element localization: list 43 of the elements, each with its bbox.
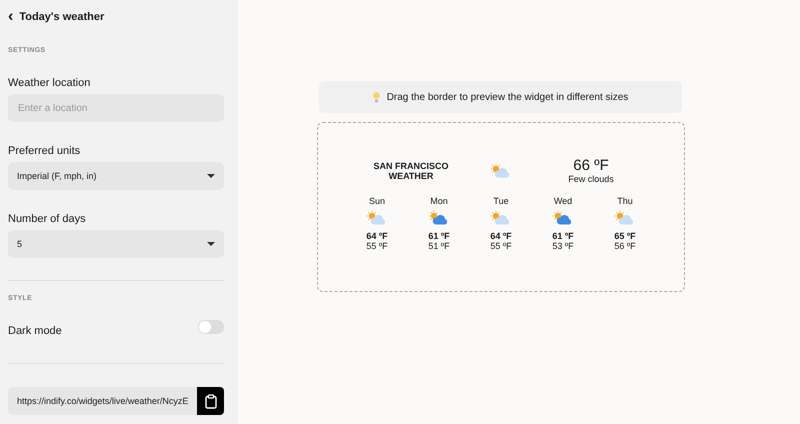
widget-subtitle: WEATHER: [388, 170, 434, 180]
high-temperature: 65 ºF: [614, 231, 636, 241]
day-name: Tue: [493, 196, 509, 206]
condition-text: Few clouds: [568, 174, 614, 184]
caret-icon: [207, 174, 215, 178]
low-temperature: 53 ºF: [552, 241, 574, 251]
city-name: SAN FRANCISCO: [373, 160, 448, 170]
caret-icon: [207, 242, 215, 246]
low-temperature: 56 ºF: [614, 241, 636, 251]
clipboard-icon: [204, 394, 216, 408]
low-temperature: 55 ºF: [490, 241, 512, 251]
day-name: Thu: [617, 196, 633, 206]
day-name: Wed: [554, 196, 572, 206]
field-label: Number of days: [8, 213, 87, 225]
current-temperature: 66 ºF: [573, 157, 609, 174]
high-temperature: 64 ºF: [490, 231, 512, 241]
back-icon[interactable]: ‹: [8, 8, 14, 26]
day-name: Mon: [430, 196, 448, 206]
url-field[interactable]: https://indify.co/widgets/live/weather/NcyzE: [8, 387, 197, 415]
field-label: Weather location: [8, 77, 92, 89]
sun-cloud-icon: [552, 211, 574, 225]
dark-mode-toggle[interactable]: [198, 320, 224, 334]
sun-cloud-icon: [428, 211, 450, 225]
hint-text: Drag the border to preview the widget in different sizes: [386, 92, 628, 102]
sun-cloud-icon: [490, 164, 512, 178]
low-temperature: 51 ºF: [428, 241, 450, 251]
copy-button[interactable]: [197, 387, 224, 415]
high-temperature: 61 ºF: [552, 231, 574, 241]
toggle-label: Dark mode: [8, 325, 62, 337]
field-label: Preferred units: [8, 145, 82, 157]
days-dropdown[interactable]: 5: [8, 230, 224, 258]
sun-cloud-icon: [490, 211, 512, 225]
sun-cloud-icon: [614, 211, 636, 225]
high-temperature: 61 ºF: [428, 231, 450, 241]
day-name: Sun: [368, 196, 385, 206]
location-field[interactable]: Enter a location: [8, 94, 224, 122]
low-temperature: 55 ºF: [366, 241, 388, 251]
weather-widget[interactable]: SAN FRANCISCO WEATHER 66 ºF Few clouds Sun 64 ºF 55 ºF Mon 61 ºF 51 ºF Tue 64 ºF 55 ºF Wed 61 ºF 53 ºF Thu 65 ºF 56 ºF: [317, 122, 685, 292]
panel-title: Today's weather: [19, 10, 104, 22]
units-dropdown[interactable]: Imperial (F, mph, in): [8, 162, 224, 190]
high-temperature: 64 ºF: [366, 231, 388, 241]
lightbulb-icon: [372, 92, 380, 102]
sun-cloud-icon: [366, 211, 388, 225]
